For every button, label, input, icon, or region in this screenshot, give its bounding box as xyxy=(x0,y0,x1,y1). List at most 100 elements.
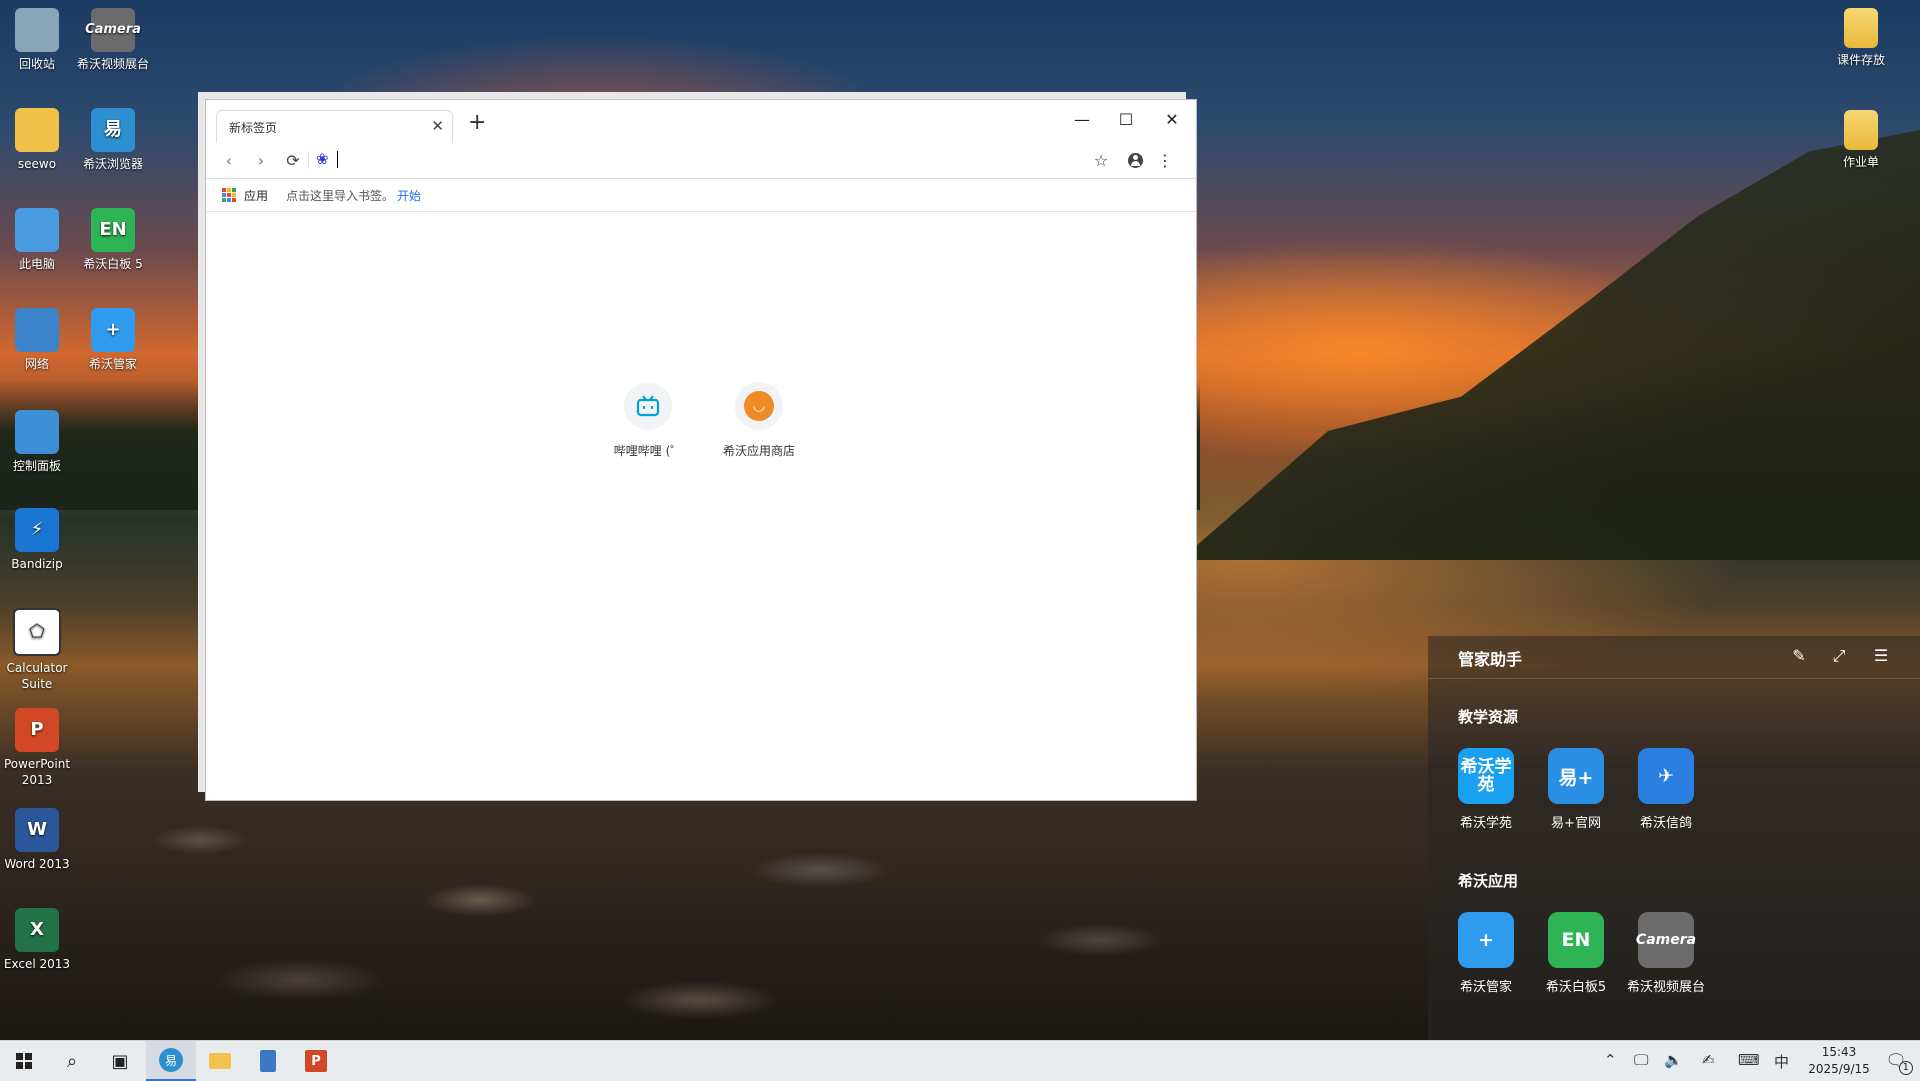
desktop-icon-shield[interactable]: + 希沃管家 xyxy=(76,308,150,372)
desktop-icon-user-folder[interactable]: seewo xyxy=(0,108,74,172)
clock-time: 15:43 xyxy=(1821,1045,1857,1059)
panel-app-label: 易+官网 xyxy=(1551,816,1601,831)
shield-icon: + xyxy=(91,308,135,352)
clock[interactable]: 15:43 2025/9/15 xyxy=(1800,1044,1878,1078)
back-icon: ‹ xyxy=(225,150,233,170)
desktop-icon-bandizip[interactable]: ⚡ Bandizip xyxy=(0,508,74,572)
desktop-icon-computer[interactable]: 此电脑 xyxy=(0,208,74,272)
apps-link[interactable]: 应用 xyxy=(244,187,268,204)
volume-icon[interactable]: 🔈 xyxy=(1664,1051,1683,1069)
shortcut-bilibili[interactable]: 哔哩哔哩 (゜ xyxy=(603,382,693,459)
folder-icon xyxy=(1844,110,1878,150)
close-button[interactable]: ✕ xyxy=(1152,106,1192,132)
panel-resize-button[interactable]: ⤢ xyxy=(1828,646,1850,668)
desktop-icon-courseware-folder[interactable]: 课件存放 xyxy=(1824,8,1898,68)
browser-window: 新标签页 ✕ + — ☐ ✕ ‹ › ⟳ ❀ ☆ ⋮ 应用 点击这里导入书签。 … xyxy=(206,100,1196,800)
panel-menu-button[interactable]: ☰ xyxy=(1870,646,1892,668)
taskbar-calculator[interactable] xyxy=(244,1041,292,1081)
desktop-icon-seewo-browser[interactable]: 易希沃浏览器 xyxy=(76,108,150,172)
keyboard-icon[interactable]: ⌨ xyxy=(1738,1051,1760,1069)
shield-icon: + xyxy=(1458,912,1514,968)
task-view-button[interactable]: ▣ xyxy=(96,1041,144,1081)
baidu-paw-icon: ❀ xyxy=(316,150,329,168)
excel-icon: X xyxy=(15,908,59,952)
show-hidden-icons-button[interactable]: ⌃ xyxy=(1604,1051,1617,1069)
new-tab-button[interactable]: + xyxy=(468,112,486,134)
yi-plus-icon: 易+ xyxy=(1548,748,1604,804)
desktop-icon-label: 网络 xyxy=(24,357,49,371)
whiteboard-icon: EN xyxy=(91,208,135,252)
geogebra-icon: ⬠ xyxy=(13,608,61,656)
desktop-icon-recycle-bin[interactable]: 回收站 xyxy=(0,8,74,72)
star-icon: ☆ xyxy=(1093,150,1109,170)
desktop-icon-geogebra[interactable]: ⬠ Calculator Suite xyxy=(0,608,74,692)
shortcut-label: 哔哩哔哩 (゜ xyxy=(613,444,683,458)
computer-icon xyxy=(15,208,59,252)
calculator-icon xyxy=(260,1050,276,1072)
address-input[interactable] xyxy=(336,148,1000,172)
text-caret xyxy=(337,151,338,168)
task-view-icon: ▣ xyxy=(111,1050,129,1072)
desktop-icon-homework-folder[interactable]: 作业单 xyxy=(1824,110,1898,170)
bandizip-icon: ⚡ xyxy=(15,508,59,552)
menu-button[interactable]: ⋮ xyxy=(1154,149,1176,171)
desktop-icon-powerpoint[interactable]: P PowerPoint 2013 xyxy=(0,708,74,788)
desktop-icon-word[interactable]: W Word 2013 xyxy=(0,808,74,872)
desktop-icon-network[interactable]: 网络 xyxy=(0,308,74,372)
folder-icon xyxy=(1844,8,1878,48)
powerpoint-icon: P xyxy=(15,708,59,752)
profile-button[interactable] xyxy=(1124,149,1146,171)
tab-close-icon[interactable]: ✕ xyxy=(431,117,444,135)
start-button[interactable] xyxy=(0,1041,48,1081)
taskbar-file-explorer[interactable] xyxy=(196,1041,244,1081)
browser-titlebar[interactable]: 新标签页 ✕ + — ☐ ✕ xyxy=(206,100,1196,143)
desktop-icon-label: 控制面板 xyxy=(12,459,61,473)
desktop-icon-label: 回收站 xyxy=(18,57,55,71)
taskbar-powerpoint[interactable]: P xyxy=(292,1041,340,1081)
notification-center-button[interactable]: 🗨 1 xyxy=(1872,1041,1920,1081)
pen-icon[interactable]: ✍ xyxy=(1702,1051,1715,1069)
panel-app-shield[interactable]: + 希沃管家 xyxy=(1446,912,1526,995)
taskbar-seewo-browser[interactable]: 易 xyxy=(146,1041,196,1081)
panel-app-yi-plus[interactable]: 易+ 易+官网 xyxy=(1536,748,1616,831)
seewo-pigeon-icon: ✈ xyxy=(1638,748,1694,804)
panel-title: 管家助手 xyxy=(1458,650,1523,669)
avatar-icon xyxy=(1127,152,1143,168)
control-panel-icon xyxy=(15,410,59,454)
desktop-icon-label: 作业单 xyxy=(1842,155,1879,169)
import-start-link[interactable]: 开始 xyxy=(397,187,421,204)
desktop-icon-label: seewo xyxy=(17,157,57,171)
panel-edit-button[interactable]: ✎ xyxy=(1788,646,1810,668)
panel-app-seewo-pigeon[interactable]: ✈ 希沃信鸽 xyxy=(1626,748,1706,831)
tab-new-tab[interactable]: 新标签页 ✕ xyxy=(216,110,453,143)
shortcut-app-store[interactable]: ◡ 希沃应用商店 xyxy=(714,382,804,459)
shortcut-tile xyxy=(624,382,672,430)
panel-app-seewo-academy[interactable]: 希沃学苑 希沃学苑 xyxy=(1446,748,1526,831)
minimize-button[interactable]: — xyxy=(1062,106,1102,132)
maximize-button[interactable]: ☐ xyxy=(1106,106,1146,132)
omnibox[interactable]: ❀ xyxy=(316,148,1016,172)
desktop-icon-camera-app[interactable]: Camera 希沃视频展台 xyxy=(76,8,150,72)
bookmark-star-button[interactable]: ☆ xyxy=(1090,149,1112,171)
back-button[interactable]: ‹ xyxy=(218,149,240,171)
panel-app-label: 希沃视频展台 xyxy=(1626,980,1705,995)
desktop-icon-excel[interactable]: X Excel 2013 xyxy=(0,908,74,972)
ime-indicator[interactable]: 中 xyxy=(1774,1051,1789,1072)
shortcut-tile: ◡ xyxy=(735,382,783,430)
desktop-icon-whiteboard[interactable]: EN 希沃白板 5 xyxy=(76,208,150,272)
forward-button[interactable]: › xyxy=(250,149,272,171)
desktop-icon-label: PowerPoint 2013 xyxy=(3,757,71,787)
reload-button[interactable]: ⟳ xyxy=(282,149,304,171)
notification-count: 1 xyxy=(1898,1061,1913,1075)
search-icon: ⌕ xyxy=(66,1050,78,1072)
tab-title: 新标签页 xyxy=(229,121,278,135)
desktop-icon-control-panel[interactable]: 控制面板 xyxy=(0,410,74,474)
panel-app-whiteboard[interactable]: EN 希沃白板5 xyxy=(1536,912,1616,995)
panel-app-camera-app[interactable]: Camera 希沃视频展台 xyxy=(1626,912,1706,995)
browser-toolbar: ‹ › ⟳ ❀ ☆ ⋮ xyxy=(206,142,1196,179)
network-tray-icon[interactable]: 🖵 xyxy=(1634,1051,1648,1069)
apps-grid-icon[interactable] xyxy=(222,188,236,202)
kebab-menu-icon: ⋮ xyxy=(1157,150,1173,170)
search-button[interactable]: ⌕ xyxy=(48,1041,96,1081)
desktop-icon-label: Bandizip xyxy=(11,557,63,571)
